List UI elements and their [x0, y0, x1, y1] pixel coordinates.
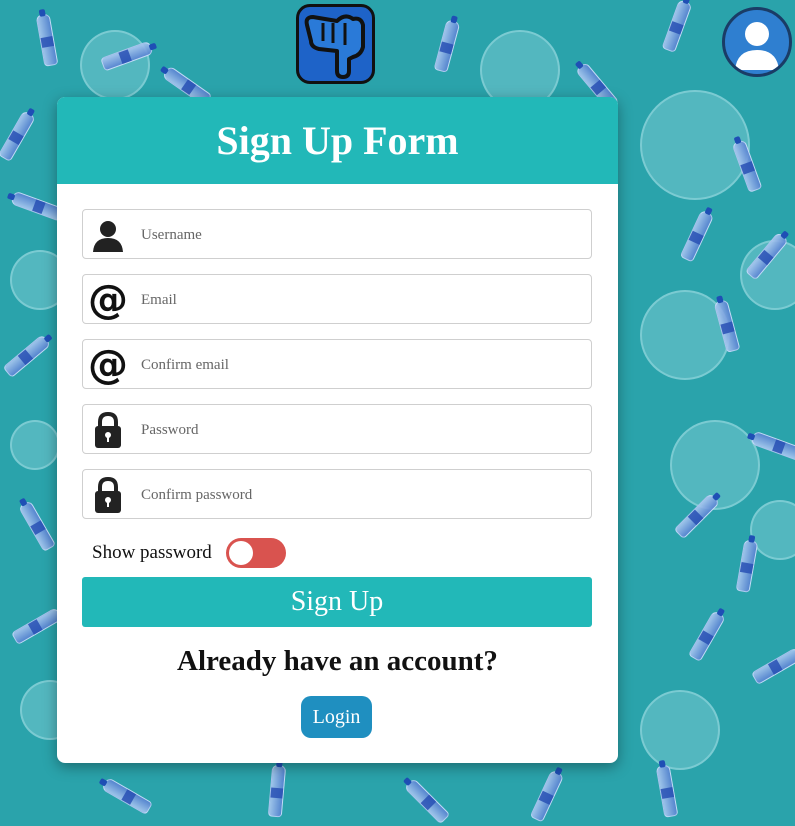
username-field[interactable]	[82, 209, 592, 259]
user-icon	[88, 215, 128, 255]
confirm-password-field[interactable]	[82, 469, 592, 519]
signup-form: Sign Up Form @ @	[57, 97, 618, 763]
user-avatar-icon[interactable]	[722, 7, 792, 77]
pointing-hand-icon	[296, 4, 375, 84]
lock-icon	[88, 410, 128, 450]
show-password-label: Show password	[92, 542, 212, 563]
lock-icon	[88, 475, 128, 515]
login-button[interactable]: Login	[301, 696, 372, 738]
email-input[interactable]	[141, 285, 571, 315]
signup-button[interactable]: Sign Up	[82, 577, 592, 627]
show-password-row: Show password	[92, 537, 286, 569]
password-input[interactable]	[141, 415, 571, 445]
confirm-email-field[interactable]: @	[82, 339, 592, 389]
toggle-knob	[228, 541, 253, 565]
confirm-password-input[interactable]	[141, 480, 571, 510]
at-sign-icon: @	[88, 342, 128, 388]
username-input[interactable]	[141, 220, 571, 250]
already-account-text: Already have an account?	[177, 645, 498, 677]
form-header: Sign Up Form	[57, 97, 618, 184]
email-field[interactable]: @	[82, 274, 592, 324]
confirm-email-input[interactable]	[141, 350, 571, 380]
show-password-toggle[interactable]	[225, 538, 286, 568]
at-sign-icon: @	[88, 277, 128, 323]
password-field[interactable]	[82, 404, 592, 454]
form-title: Sign Up Form	[216, 118, 459, 163]
